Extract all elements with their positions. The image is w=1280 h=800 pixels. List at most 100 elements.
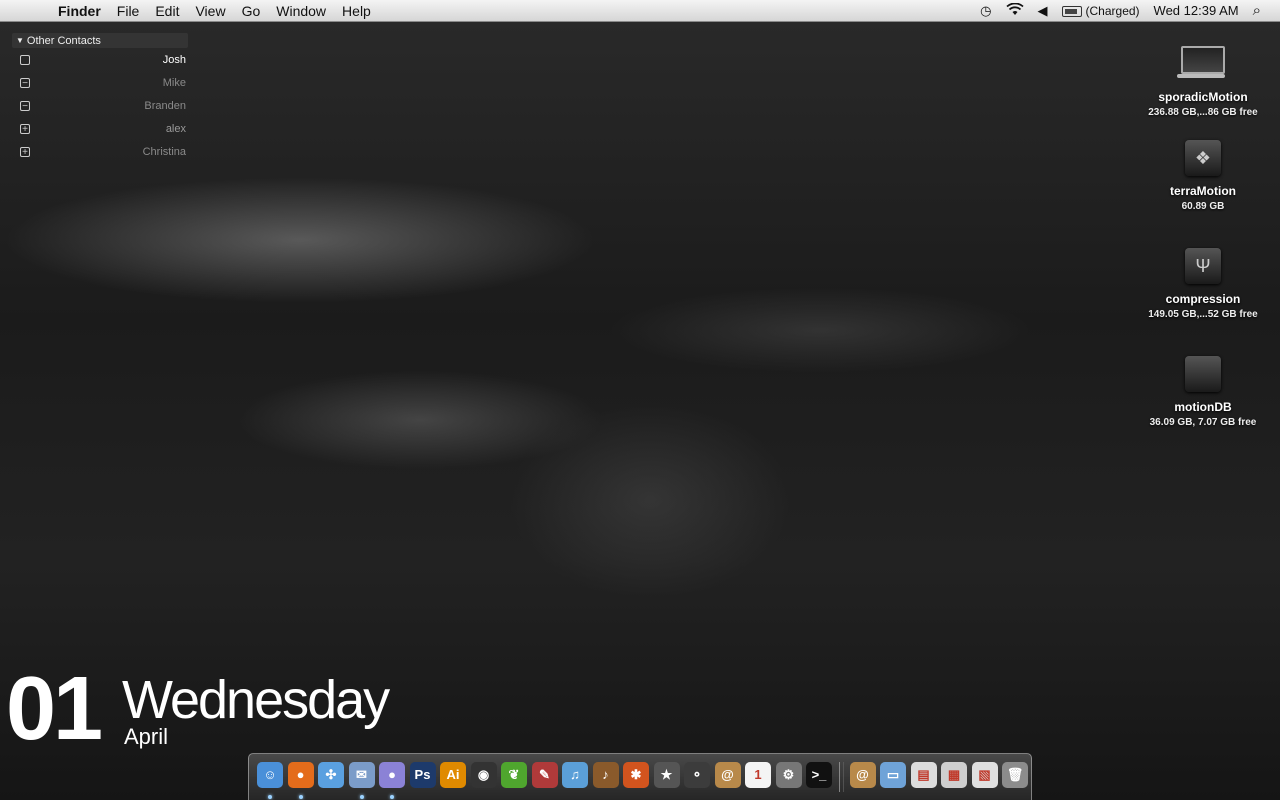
dock-glyph: ●	[296, 767, 305, 782]
folder-icon[interactable]: ▭	[880, 762, 906, 788]
date-day: 01	[6, 659, 103, 759]
trash-icon[interactable]: 🗑	[1002, 762, 1028, 788]
ical-icon[interactable]: 1	[745, 762, 771, 788]
dock-glyph: @	[721, 767, 734, 782]
dock-glyph: @	[856, 767, 869, 782]
aperture-icon[interactable]: ◉	[470, 762, 497, 788]
dock-glyph: 🗑	[1006, 767, 1024, 782]
photoshop-icon[interactable]: Ps	[409, 762, 436, 788]
contacts-widget: ▼ Other Contacts Josh − Mike − Branden + alex +…	[12, 33, 188, 163]
drive-info: 149.05 GB,...52 GB free	[1148, 309, 1258, 320]
contact-row[interactable]: − Mike	[12, 71, 188, 94]
menu-extras: ◷ ◀ (Charged) Wed 12:39 AM ⌕	[973, 0, 1280, 22]
menu-file[interactable]: File	[109, 3, 148, 19]
dock-glyph: ✱	[630, 767, 642, 782]
system-preferences-icon[interactable]: ⚙	[775, 762, 802, 788]
imovie-icon[interactable]: ★	[653, 762, 680, 788]
contacts-list: Josh − Mike − Branden + alex + Christina	[12, 48, 188, 163]
dock-glyph: ◉	[477, 767, 490, 782]
menu-clock[interactable]: Wed 12:39 AM	[1147, 3, 1246, 18]
wifi-icon[interactable]	[999, 2, 1031, 19]
contacts-group-title: Other Contacts	[26, 34, 101, 47]
address-book-icon[interactable]: @	[714, 762, 741, 788]
dock-separator	[838, 762, 844, 792]
battery-status[interactable]: (Charged)	[1055, 4, 1147, 18]
desktop-drive-motiondb[interactable]: motionDB 36.09 GB, 7.07 GB free	[1138, 356, 1268, 428]
document-icon[interactable]: ▤	[910, 762, 937, 788]
contact-name: Christina	[142, 145, 186, 158]
contact-name: alex	[165, 122, 186, 135]
volume-icon[interactable]: ◀	[1031, 3, 1055, 19]
downloads-stack-icon[interactable]: ▧	[971, 762, 998, 788]
contact-status-icon: −	[20, 100, 30, 111]
battery-icon	[1061, 5, 1082, 17]
time-machine-icon[interactable]: ◷	[973, 3, 998, 19]
illustrator-icon[interactable]: Ai	[440, 762, 466, 788]
dock-glyph: 1	[754, 767, 762, 782]
menu-window[interactable]: Window	[268, 3, 334, 19]
dock-glyph: Ps	[414, 767, 431, 782]
drive-info: 60.89 GB	[1181, 201, 1225, 212]
drive-name: compression	[1165, 292, 1241, 306]
itunes-icon[interactable]: ♫	[562, 762, 588, 788]
firefox-icon[interactable]: ●	[287, 762, 314, 799]
drive-info: 236.88 GB,...86 GB free	[1148, 107, 1258, 118]
desktop-drive-sporadicmotion[interactable]: sporadicMotion 236.88 GB,...86 GB free	[1138, 40, 1268, 118]
contact-row[interactable]: Josh	[12, 48, 188, 71]
running-indicator	[359, 795, 364, 799]
dock-glyph: ⚬	[691, 767, 703, 782]
address-folder-icon[interactable]: @	[849, 762, 876, 788]
dock-glyph: ✎	[539, 767, 550, 782]
dock-glyph: ✉	[356, 767, 367, 782]
dock-glyph: ●	[388, 767, 396, 782]
drive-info: 36.09 GB, 7.07 GB free	[1149, 417, 1257, 428]
transmission-icon[interactable]: ⚬	[684, 762, 710, 788]
dock-glyph: ♪	[602, 767, 609, 782]
garageband-icon[interactable]: ♪	[592, 762, 619, 788]
safari-icon[interactable]: ✣	[318, 762, 344, 788]
spotlight-search-icon[interactable]: ⌕	[1246, 2, 1268, 19]
contact-status-icon: +	[20, 123, 30, 134]
dock-glyph: ▦	[947, 767, 961, 782]
menu-view[interactable]: View	[187, 3, 233, 19]
terminal-icon[interactable]: >_	[806, 762, 832, 788]
contacts-group-header[interactable]: ▼ Other Contacts	[12, 33, 188, 48]
laptop-drive-icon	[1177, 46, 1225, 86]
contact-row[interactable]: + Christina	[12, 140, 188, 163]
menu-go[interactable]: Go	[234, 3, 269, 19]
contact-name: Branden	[144, 99, 186, 112]
contact-name: Mike	[162, 76, 186, 89]
running-indicator	[268, 795, 272, 799]
menu-help[interactable]: Help	[334, 3, 379, 19]
date-month: April	[124, 724, 169, 749]
textmate-icon[interactable]: ✎	[531, 762, 558, 788]
dock-glyph: ⚙	[782, 767, 795, 782]
dock-glyph: ▤	[917, 767, 930, 782]
dock: ☺ ● ✣ ✉ ● Ps Ai ◉ ❦ ✎ ♫ ♪ ✱ ★ ⚬ @1 ⚙ >_ @ ▭ ▤ ▦ ▧ 🗑	[248, 753, 1032, 800]
dock-glyph: Ai	[446, 767, 460, 782]
running-indicator	[298, 795, 303, 799]
coda-icon[interactable]: ❦	[501, 762, 527, 788]
dock-glyph: ☺	[263, 767, 277, 782]
dock-glyph: ♫	[570, 767, 580, 782]
mail-icon[interactable]: ✉	[348, 762, 375, 799]
dock-glyph: >_	[811, 767, 827, 782]
adium-icon[interactable]: ●	[379, 762, 405, 799]
contact-status-icon: +	[20, 146, 30, 157]
battery-status-text: (Charged)	[1085, 3, 1140, 18]
desktop-drive-compression[interactable]: Ψcompression 149.05 GB,...52 GB free	[1138, 248, 1268, 320]
desktop-drive-terramotion[interactable]: ❖ terraMotion 60.89 GB	[1138, 140, 1268, 212]
dock-glyph: ▭	[886, 767, 900, 782]
contact-row[interactable]: + alex	[12, 117, 188, 140]
menu-bar: Finder File Edit View Go Window Help ◷ ◀…	[0, 0, 1280, 22]
drive-name: motionDB	[1174, 400, 1232, 414]
finder-icon[interactable]: ☺	[257, 762, 283, 799]
menu-edit[interactable]: Edit	[147, 3, 187, 19]
external-drive-icon	[1181, 356, 1225, 396]
screenshot-stack-icon[interactable]: ▦	[941, 762, 967, 788]
disclosure-triangle-icon[interactable]: ▼	[16, 36, 24, 45]
reason-icon[interactable]: ✱	[623, 762, 649, 788]
contact-row[interactable]: − Branden	[12, 94, 188, 117]
dock-glyph: ✣	[325, 767, 337, 782]
app-menu-finder[interactable]: Finder	[50, 3, 109, 19]
